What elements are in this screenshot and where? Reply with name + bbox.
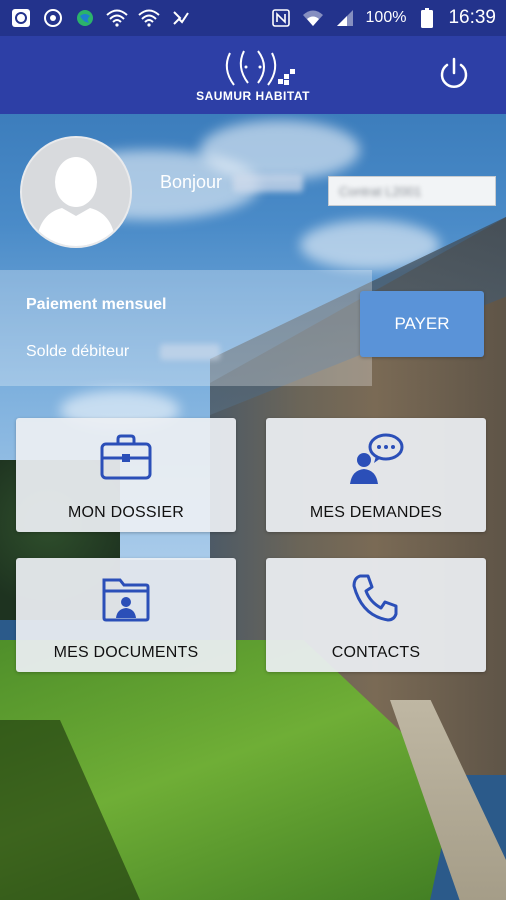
power-icon xyxy=(440,57,468,88)
folder-user-icon xyxy=(102,578,150,622)
tile-contacts[interactable]: CONTACTS xyxy=(266,558,486,672)
user-silhouette-icon xyxy=(22,138,130,246)
tile-mon-dossier[interactable]: MON DOSSIER xyxy=(16,418,236,532)
power-button[interactable] xyxy=(436,56,472,92)
saumur-habitat-logo: SAUMUR HABITAT xyxy=(196,47,310,103)
task-check-icon xyxy=(170,7,192,29)
wifi-icon-2 xyxy=(138,7,160,29)
greeting-text: Bonjour xyxy=(160,172,223,192)
wifi-signal-icon xyxy=(302,7,324,29)
battery-icon xyxy=(416,7,438,29)
nfc-icon xyxy=(270,7,292,29)
phone-icon xyxy=(352,574,398,622)
user-chat-icon xyxy=(350,433,404,484)
avatar[interactable] xyxy=(20,136,132,248)
payment-title: Paiement mensuel xyxy=(26,296,167,313)
wifi-icon xyxy=(106,7,128,29)
sync-icon xyxy=(42,7,64,29)
tile-mes-demandes[interactable]: MES DEMANDES xyxy=(266,418,486,532)
app-bar: SAUMUR HABITAT xyxy=(0,36,506,114)
logo-faces-icon xyxy=(225,50,295,86)
briefcase-icon xyxy=(100,434,152,480)
status-bar: 100% 16:39 xyxy=(0,0,506,36)
tile-label: MES DEMANDES xyxy=(309,504,443,521)
payment-panel xyxy=(0,270,372,386)
tile-mes-documents[interactable]: MES DOCUMENTS xyxy=(16,558,236,672)
contract-selector[interactable]: Contrat L2001 xyxy=(328,176,496,206)
globe-icon xyxy=(74,7,96,29)
pay-button[interactable]: PAYER xyxy=(360,291,484,357)
clock: 16:39 xyxy=(448,7,496,28)
payment-subtitle: Solde débiteur xyxy=(26,343,130,360)
cell-signal-icon xyxy=(334,7,356,29)
user-name-redacted xyxy=(233,174,304,193)
tile-label: MON DOSSIER xyxy=(68,504,184,521)
app-notification-icon xyxy=(10,7,32,29)
battery-percent: 100% xyxy=(365,9,407,26)
tile-label: MES DOCUMENTS xyxy=(53,644,199,661)
tile-label: CONTACTS xyxy=(331,644,421,661)
contract-text: Contrat L2001 xyxy=(339,183,422,199)
logo-text: SAUMUR HABITAT xyxy=(196,89,310,103)
payment-amount-redacted xyxy=(160,344,220,360)
greeting: Bonjour xyxy=(160,172,304,193)
